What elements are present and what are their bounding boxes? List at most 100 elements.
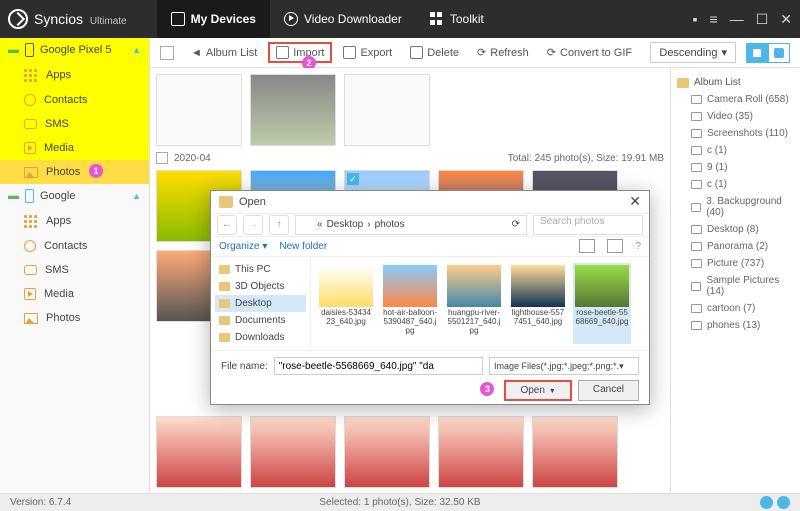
album-item[interactable]: Sample Pictures (14)	[677, 272, 794, 300]
list-view-button[interactable]	[768, 43, 790, 63]
open-button[interactable]: Open	[504, 380, 571, 401]
collapse-icon[interactable]: ▲	[132, 45, 141, 55]
album-icon	[691, 112, 702, 121]
dialog-side-item[interactable]: Desktop	[215, 295, 306, 312]
nav-back-button[interactable]: ←	[217, 215, 237, 235]
sidebar-item-media-2[interactable]: Media	[0, 282, 149, 306]
sort-dropdown[interactable]: Descending▾	[650, 42, 736, 63]
nav-video-downloader[interactable]: Video Downloader	[270, 0, 416, 38]
grid-view-button[interactable]	[746, 43, 768, 63]
close-button[interactable]: ✕	[780, 11, 792, 28]
dialog-side-item[interactable]: This PC	[215, 261, 306, 278]
album-label: Picture (737)	[707, 258, 764, 269]
annotation-badge-1: 1	[89, 164, 103, 178]
photo-thumb[interactable]	[438, 416, 524, 488]
sidebar-item-apps[interactable]: Apps	[0, 62, 149, 88]
nav-forward-button[interactable]: →	[243, 215, 263, 235]
album-item[interactable]: c (1)	[677, 142, 794, 159]
file-name: huangpu-river-5501217_640.jpg	[445, 309, 503, 335]
nav-my-devices[interactable]: My Devices	[157, 0, 270, 38]
album-item[interactable]: Video (35)	[677, 108, 794, 125]
search-input[interactable]: Search photos	[533, 215, 643, 235]
convert-gif-button[interactable]: ⟳Convert to GIF	[540, 43, 639, 62]
file-item[interactable]: huangpu-river-5501217_640.jpg	[445, 263, 503, 344]
sidebar-item-photos[interactable]: Photos1	[0, 160, 149, 184]
file-item[interactable]: lighthouse-5577451_640.jpg	[509, 263, 567, 344]
maximize-button[interactable]: ☐	[756, 11, 769, 28]
menu-icon[interactable]: ≡	[710, 11, 718, 28]
sidebar-item-contacts[interactable]: Contacts	[0, 88, 149, 112]
import-button[interactable]: Import	[268, 42, 332, 63]
collapse-icon[interactable]: ▲	[132, 191, 141, 201]
chat-icon[interactable]: ▪	[693, 11, 698, 28]
dialog-side-item[interactable]: Documents	[215, 312, 306, 329]
folder-icon	[219, 196, 233, 208]
album-label: Video (35)	[707, 111, 753, 122]
album-item[interactable]: Panorama (2)	[677, 238, 794, 255]
filename-label: File name:	[221, 361, 268, 372]
file-item[interactable]: daisies-5343423_640.jpg	[317, 263, 375, 344]
sidebar-item-contacts-2[interactable]: Contacts	[0, 234, 149, 258]
file-item[interactable]: hot-air-balloon-5390487_640.jpg	[381, 263, 439, 344]
preview-button[interactable]	[607, 239, 623, 253]
sidebar-item-sms-2[interactable]: SMS	[0, 258, 149, 282]
album-item[interactable]: Picture (737)	[677, 255, 794, 272]
select-all-checkbox[interactable]	[160, 46, 174, 60]
sidebar-item-media[interactable]: Media	[0, 136, 149, 160]
folder-icon	[302, 220, 313, 229]
new-folder-button[interactable]: New folder	[279, 241, 327, 252]
refresh-button[interactable]: ⟳Refresh	[470, 43, 536, 62]
album-item[interactable]: Desktop (8)	[677, 221, 794, 238]
album-item[interactable]: c (1)	[677, 176, 794, 193]
delete-button[interactable]: Delete	[403, 43, 466, 62]
photo-thumb[interactable]	[344, 416, 430, 488]
help-icon[interactable]: ?	[635, 241, 641, 252]
filename-input[interactable]	[274, 357, 483, 375]
album-item[interactable]: 9 (1)	[677, 159, 794, 176]
photo-thumb[interactable]	[156, 416, 242, 488]
cancel-button[interactable]: Cancel	[578, 380, 639, 401]
file-item[interactable]: rose-beetle-5568669_640.jpg	[573, 263, 631, 344]
sidebar-item-apps-2[interactable]: Apps	[0, 208, 149, 234]
album-icon	[691, 259, 702, 268]
photo-thumb[interactable]	[344, 74, 430, 146]
album-label: 9 (1)	[707, 162, 728, 173]
nav-up-button[interactable]: ↑	[269, 215, 289, 235]
organize-button[interactable]: Organize ▾	[219, 241, 267, 252]
device-google-pixel-5[interactable]: ▬Google Pixel 5▲	[0, 38, 149, 62]
date-checkbox[interactable]	[156, 152, 168, 164]
facebook-icon[interactable]	[760, 496, 773, 509]
album-item[interactable]: Camera Roll (658)	[677, 91, 794, 108]
dialog-side-item[interactable]: Downloads	[215, 329, 306, 346]
album-icon	[691, 180, 702, 189]
sidebar: ▬Google Pixel 5▲ Apps Contacts SMS Media…	[0, 38, 150, 493]
breadcrumb[interactable]: « Desktop › photos⟳	[295, 215, 527, 235]
dialog-toolbar: Organize ▾ New folder ?	[211, 237, 649, 257]
refresh-icon: ⟳	[477, 46, 486, 59]
view-mode-button[interactable]	[579, 239, 595, 253]
nav-toolkit[interactable]: Toolkit	[416, 0, 498, 38]
photo-thumb[interactable]	[156, 74, 242, 146]
album-item[interactable]: Screenshots (110)	[677, 125, 794, 142]
album-item[interactable]: cartoon (7)	[677, 300, 794, 317]
photo-thumb[interactable]	[250, 416, 336, 488]
twitter-icon[interactable]	[777, 496, 790, 509]
album-item[interactable]: 3. Backupground (40)	[677, 193, 794, 221]
main-nav: My Devices Video Downloader Toolkit	[157, 0, 498, 38]
phone-icon	[25, 189, 34, 203]
album-item[interactable]: phones (13)	[677, 317, 794, 334]
dialog-close-button[interactable]: ✕	[629, 193, 641, 210]
device-google[interactable]: ▬Google▲	[0, 184, 149, 208]
checked-icon[interactable]: ✓	[347, 173, 359, 185]
dialog-side-item[interactable]: 3D Objects	[215, 278, 306, 295]
back-button[interactable]: ◄Album List	[184, 44, 264, 62]
filetype-dropdown[interactable]: Image Files(*.jpg;*.jpeg;*.png;*. ▾	[489, 357, 639, 375]
sidebar-item-sms[interactable]: SMS	[0, 112, 149, 136]
photo-thumb[interactable]	[250, 74, 336, 146]
file-thumb	[575, 265, 629, 307]
export-button[interactable]: Export	[336, 43, 399, 62]
refresh-icon[interactable]: ⟳	[512, 219, 520, 230]
sidebar-item-photos-2[interactable]: Photos	[0, 306, 149, 330]
minimize-button[interactable]: —	[730, 11, 744, 28]
photo-thumb[interactable]	[532, 416, 618, 488]
